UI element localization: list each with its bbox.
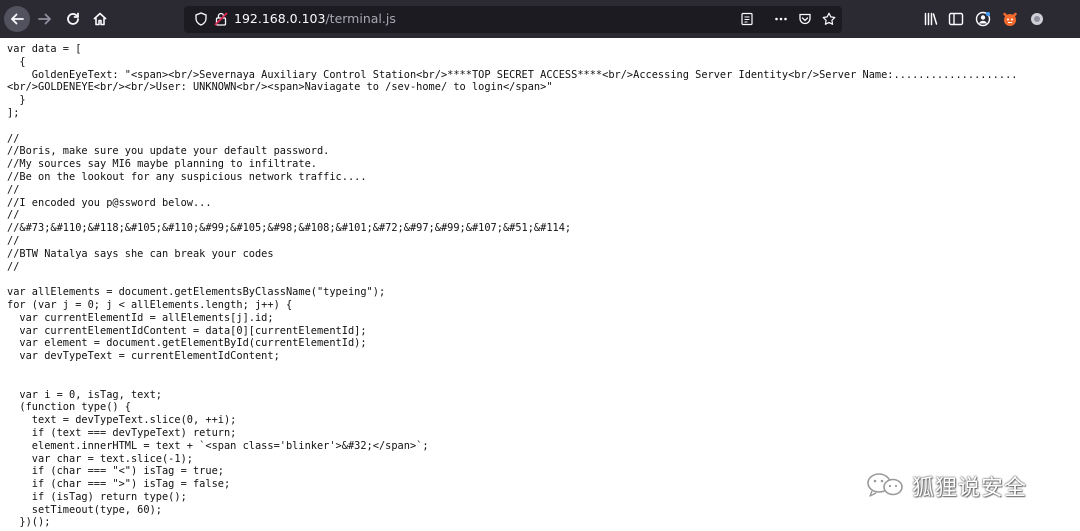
code-line: })(); [7,516,51,529]
code-line: } [7,94,26,107]
wechat-icon [867,473,903,497]
code-line: var devTypeText = currentElementIdConten… [7,350,280,363]
code-line: <br/>GOLDENEYE<br/><br/>User: UNKNOWN<br… [7,81,553,94]
reader-view-icon[interactable] [740,12,754,26]
extension-fox-icon [1003,12,1017,26]
code-line: { [7,55,26,68]
back-button[interactable] [4,6,30,32]
url-host: 192.168.0.103 [234,11,326,26]
browser-toolbar: 192.168.0.103/terminal.js [0,0,1080,38]
pocket-icon[interactable] [798,12,812,26]
code-line: text = devTypeText.slice(0, ++i); [7,414,237,427]
code-line: if (text === devTypeText) return; [7,426,237,439]
code-line: GoldenEyeText: "<span><br/>Severnaya Aux… [7,68,1018,81]
url-bar[interactable]: 192.168.0.103/terminal.js [184,6,842,33]
code-line: var char = text.slice(-1); [7,452,193,465]
home-button[interactable] [87,6,113,32]
code-line: var i = 0, isTag, text; [7,388,162,401]
back-arrow-icon [11,13,24,25]
extension-fox-button[interactable] [997,6,1023,32]
reload-button[interactable] [60,6,86,32]
code-line: //My sources say MI6 maybe planning to i… [7,158,317,171]
sidebar-icon [948,12,964,26]
watermark-text: 狐狸说安全 [912,476,1028,501]
library-icon [924,12,938,26]
code-line: (function type() { [7,401,131,414]
account-button[interactable] [970,6,996,32]
code-line: // [7,260,20,273]
watermark: 狐狸说安全 [864,472,1064,501]
insecure-lock-icon[interactable] [214,12,228,26]
code-line: ]; [7,106,20,119]
more-actions-icon[interactable] [774,12,788,26]
code-line: // [7,234,20,247]
code-line: // [7,209,20,222]
url-path: /terminal.js [325,11,396,26]
bookmark-star-icon[interactable] [822,12,836,26]
code-line: var allElements = document.getElementsBy… [7,286,386,299]
forward-arrow-icon [38,13,51,25]
js-source-code: var data = [ { GoldenEyeText: "<span><br… [7,43,1075,529]
library-button[interactable] [918,6,944,32]
code-line: // [7,132,20,145]
code-line: element.innerHTML = text + `<span class=… [7,439,429,452]
code-line: //Boris, make sure you update your defau… [7,145,330,158]
code-line: // [7,183,20,196]
shield-icon[interactable] [194,12,208,26]
code-line: var data = [ [7,43,82,55]
code-line: //BTW Natalya says she can break your co… [7,247,274,260]
code-line: var element = document.getElementById(cu… [7,337,367,350]
code-line: setTimeout(type, 60); [7,503,162,516]
home-icon [93,12,107,26]
extension-gray-icon [1031,13,1043,25]
code-line: for (var j = 0; j < allElements.length; … [7,298,293,311]
reload-icon [67,12,79,25]
extension-gray-button[interactable] [1024,6,1050,32]
code-line: //&#73;&#110;&#118;&#105;&#110;&#99;&#10… [7,222,572,235]
forward-button[interactable] [32,6,58,32]
code-line: //Be on the lookout for any suspicious n… [7,170,367,183]
code-line: //I encoded you p@ssword below... [7,196,212,209]
url-text[interactable]: 192.168.0.103/terminal.js [234,11,396,26]
sidebar-button[interactable] [943,6,969,32]
account-icon [975,11,991,27]
code-line: var currentElementIdContent = data[0][cu… [7,324,367,337]
code-line: var currentElementId = allElements[j].id… [7,311,274,324]
